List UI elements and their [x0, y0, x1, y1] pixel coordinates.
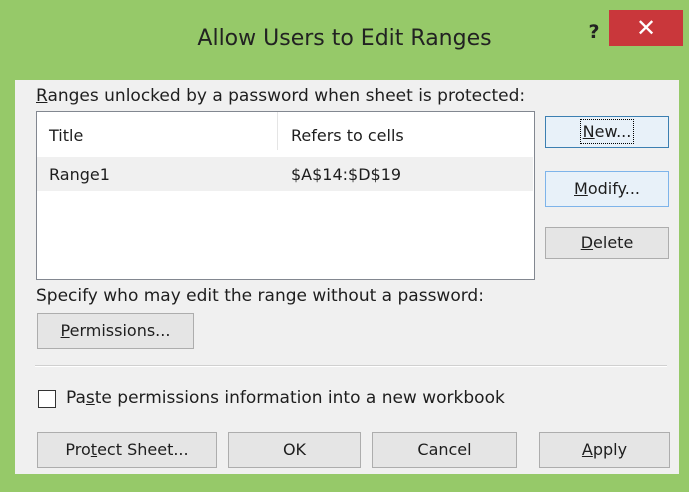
paste-permissions-checkbox[interactable]: [38, 390, 56, 408]
column-divider[interactable]: [277, 112, 278, 150]
modify-button[interactable]: Modify...: [545, 171, 669, 207]
list-header: Title Refers to cells: [37, 112, 534, 150]
permissions-label: Specify who may edit the range without a…: [36, 286, 484, 306]
column-header-refers-to[interactable]: Refers to cells: [291, 126, 404, 145]
paste-permissions-label[interactable]: Paste permissions information into a new…: [66, 388, 505, 408]
dialog-window: Allow Users to Edit Ranges ? ✕ Ranges un…: [0, 0, 689, 492]
close-icon: ✕: [635, 14, 657, 42]
title-bar[interactable]: Allow Users to Edit Ranges ? ✕: [0, 0, 689, 80]
separator: [35, 365, 667, 367]
close-button[interactable]: ✕: [609, 10, 683, 46]
protect-sheet-button[interactable]: Protect Sheet...: [37, 432, 217, 468]
cancel-button[interactable]: Cancel: [372, 432, 517, 468]
delete-button[interactable]: Delete: [545, 227, 669, 259]
range-refers-to: $A$14:$D$19: [291, 165, 402, 184]
column-header-title[interactable]: Title: [49, 126, 83, 145]
ok-button[interactable]: OK: [228, 432, 361, 468]
ranges-label: Ranges unlocked by a password when sheet…: [36, 86, 526, 106]
dialog-body: Ranges unlocked by a password when sheet…: [15, 80, 679, 474]
help-button[interactable]: ?: [574, 12, 614, 52]
ranges-list[interactable]: Title Refers to cells Range1 $A$14:$D$19: [36, 111, 535, 280]
new-button[interactable]: New...: [545, 116, 669, 148]
apply-button[interactable]: Apply: [539, 432, 670, 468]
permissions-button[interactable]: Permissions...: [37, 313, 194, 349]
list-item[interactable]: Range1 $A$14:$D$19: [37, 157, 533, 191]
range-title: Range1: [49, 165, 110, 184]
